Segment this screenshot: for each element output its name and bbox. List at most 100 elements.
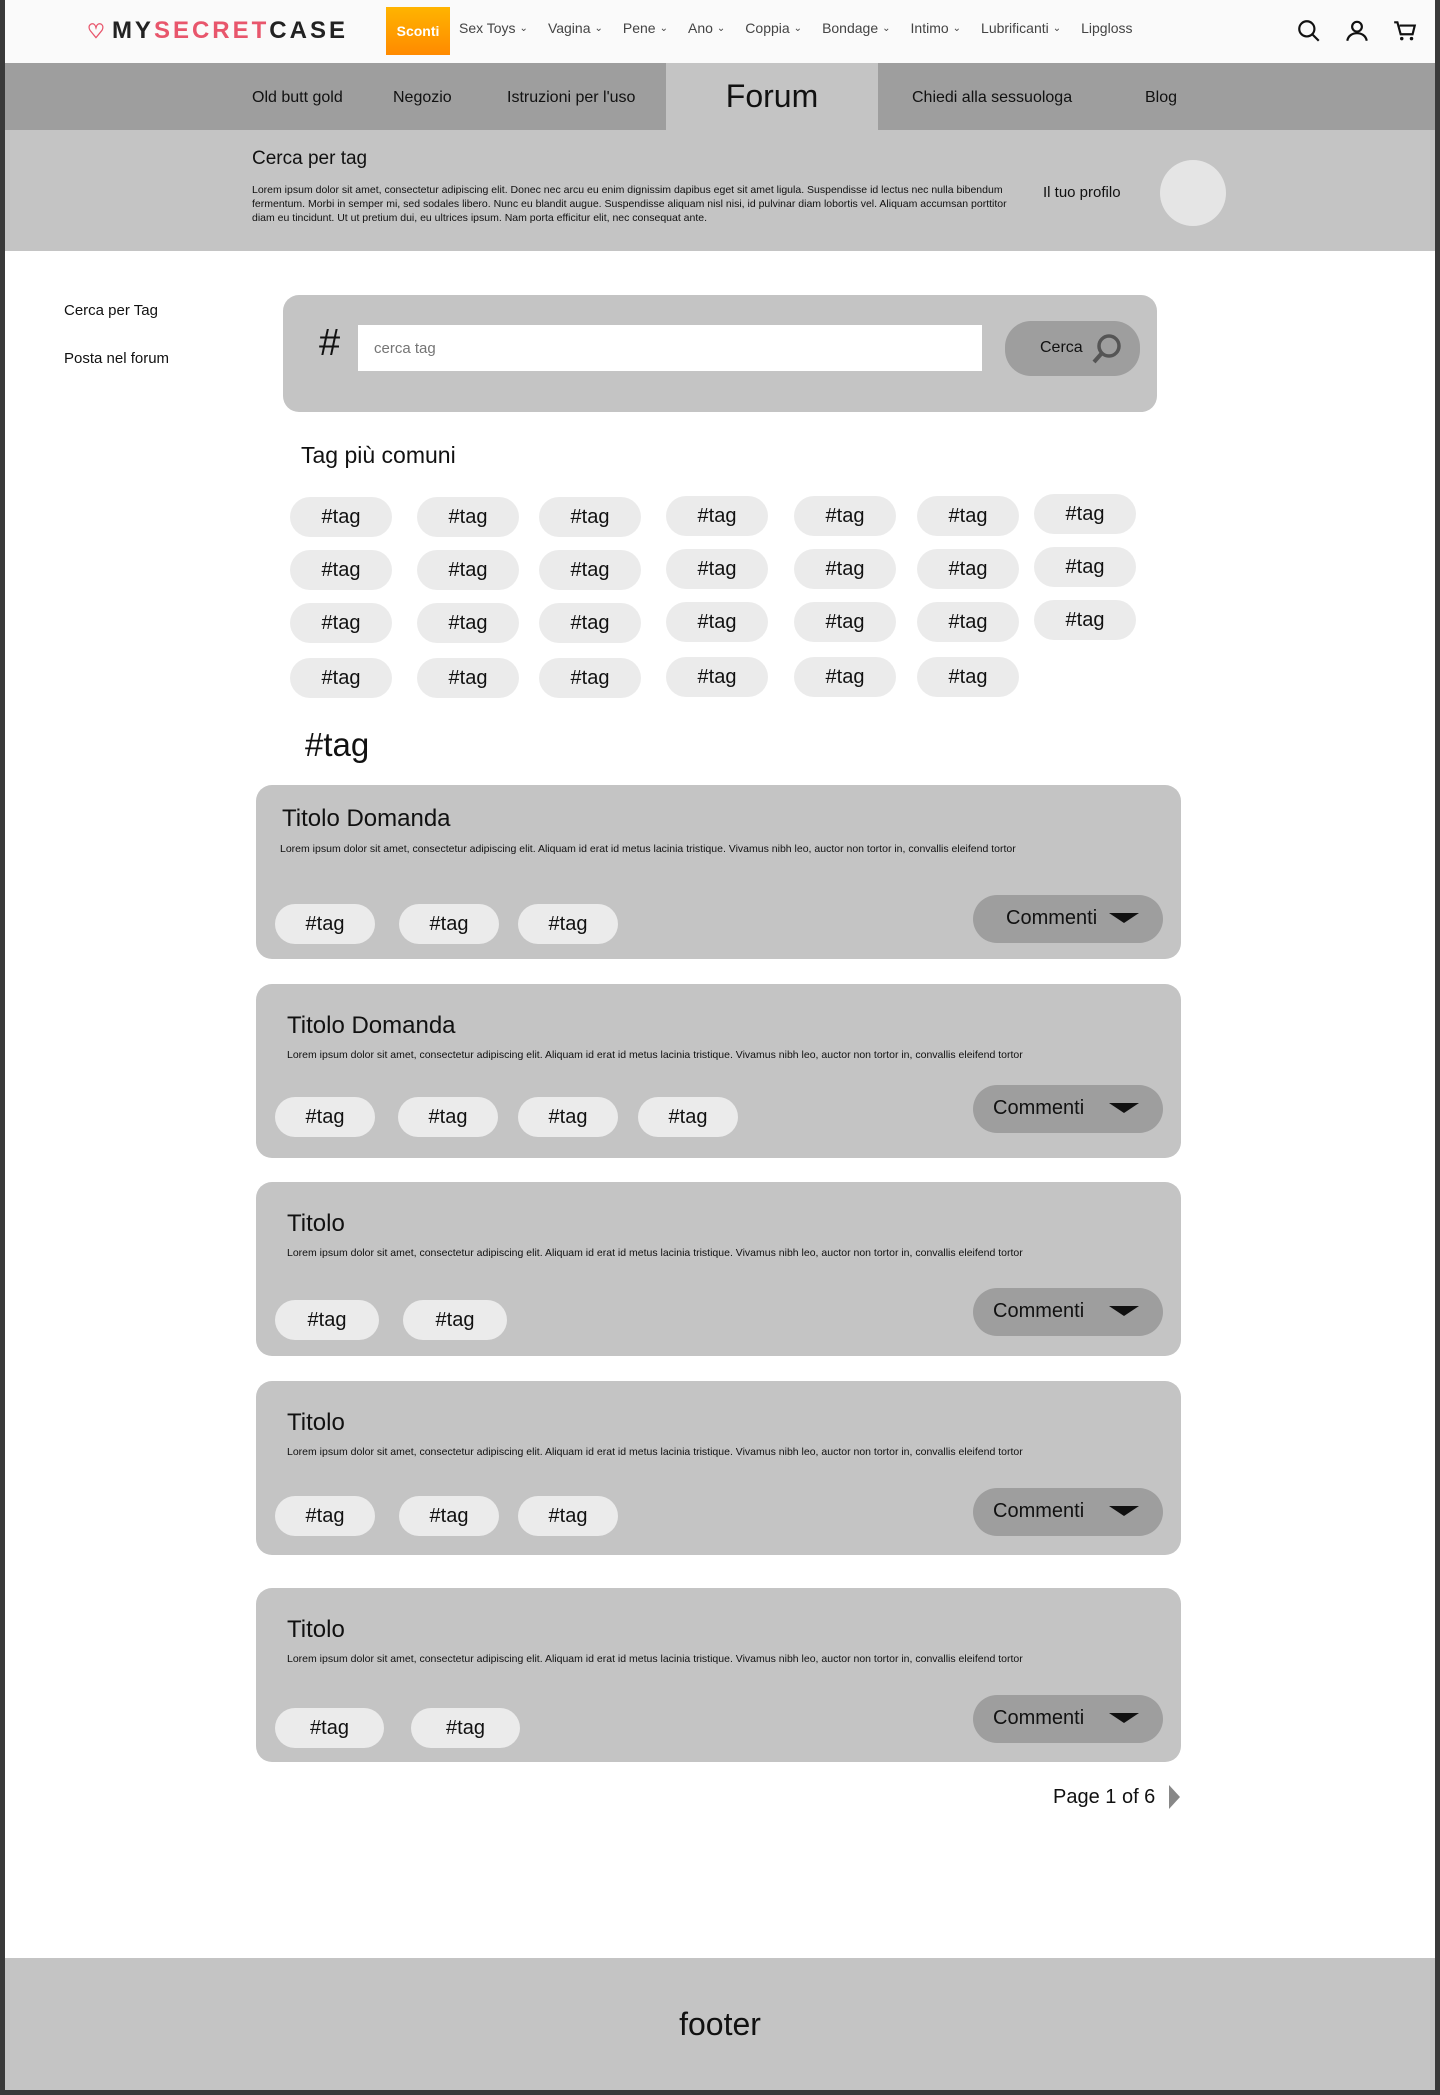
brand-prefix: MY bbox=[111, 17, 154, 44]
tag-chip[interactable]: #tag bbox=[399, 1496, 499, 1536]
tag-chip[interactable]: #tag bbox=[417, 658, 519, 698]
banner: Cerca per tag Lorem ipsum dolor sit amet… bbox=[5, 130, 1435, 251]
tag-chip[interactable]: #tag bbox=[518, 904, 618, 944]
menu-item-coppia[interactable]: Coppia ⌄ bbox=[745, 20, 802, 36]
tag-chip[interactable]: #tag bbox=[275, 1097, 375, 1137]
question-card[interactable]: Titolo Lorem ipsum dolor sit amet, conse… bbox=[256, 1381, 1181, 1555]
tag-chip[interactable]: #tag bbox=[417, 603, 519, 643]
current-tag-heading: #tag bbox=[305, 726, 370, 763]
comments-label: Commenti bbox=[993, 1300, 1085, 1322]
comments-button[interactable]: Commenti bbox=[973, 1085, 1163, 1133]
question-title: Titolo bbox=[287, 1210, 345, 1237]
tag-chip[interactable]: #tag bbox=[794, 496, 896, 536]
menu-item-lubrificanti[interactable]: Lubrificanti ⌄ bbox=[981, 20, 1061, 36]
comments-button[interactable]: Commenti bbox=[973, 1288, 1163, 1336]
menu-item-lipgloss[interactable]: Lipgloss bbox=[1081, 20, 1132, 36]
tag-chip[interactable]: #tag bbox=[917, 657, 1019, 697]
nav-forum-active[interactable]: Forum bbox=[666, 63, 878, 130]
tag-chip[interactable]: #tag bbox=[1034, 600, 1136, 640]
chevron-down-icon: ⌄ bbox=[594, 22, 603, 34]
chevron-down-icon: ⌄ bbox=[882, 22, 891, 34]
tag-chip[interactable]: #tag bbox=[275, 1300, 379, 1340]
tag-chip[interactable]: #tag bbox=[917, 496, 1019, 536]
next-page-icon[interactable] bbox=[1169, 1785, 1181, 1809]
tag-chip[interactable]: #tag bbox=[518, 1496, 618, 1536]
cart-icon[interactable] bbox=[1392, 18, 1418, 44]
tag-chip[interactable]: #tag bbox=[794, 549, 896, 589]
nav-chiedi-sessuologa[interactable]: Chiedi alla sessuologa bbox=[912, 89, 1072, 107]
brand-suffix: CASE bbox=[269, 17, 348, 44]
tag-chip[interactable]: #tag bbox=[917, 549, 1019, 589]
tag-chip[interactable]: #tag bbox=[539, 497, 641, 537]
menu-item-bondage[interactable]: Bondage ⌄ bbox=[822, 20, 890, 36]
tag-chip[interactable]: #tag bbox=[518, 1097, 618, 1137]
menu-item-label: Sex Toys bbox=[459, 20, 516, 36]
tag-chip[interactable]: #tag bbox=[666, 657, 768, 697]
comments-label: Commenti bbox=[993, 1097, 1085, 1119]
comments-button[interactable]: Commenti bbox=[973, 1488, 1163, 1536]
account-icon[interactable] bbox=[1344, 18, 1370, 44]
tag-chip[interactable]: #tag bbox=[666, 549, 768, 589]
tag-chip[interactable]: #tag bbox=[290, 550, 392, 590]
sidebar-item-posta-nel-forum[interactable]: Posta nel forum bbox=[64, 350, 169, 367]
search-icon[interactable] bbox=[1296, 18, 1322, 44]
tag-chip[interactable]: #tag bbox=[1034, 494, 1136, 534]
caret-down-icon bbox=[1109, 1506, 1139, 1516]
search-button-label: Cerca bbox=[1040, 339, 1083, 356]
menu-item-vagina[interactable]: Vagina ⌄ bbox=[548, 20, 603, 36]
sidebar-item-cerca-per-tag[interactable]: Cerca per Tag bbox=[64, 302, 158, 319]
tag-chip[interactable]: #tag bbox=[539, 658, 641, 698]
tag-chip[interactable]: #tag bbox=[275, 904, 375, 944]
comments-label: Commenti bbox=[993, 1500, 1085, 1522]
comments-button[interactable]: Commenti bbox=[973, 895, 1163, 943]
tag-chip[interactable]: #tag bbox=[417, 497, 519, 537]
tag-chip[interactable]: #tag bbox=[403, 1300, 507, 1340]
question-title: Titolo bbox=[287, 1616, 345, 1643]
avatar[interactable] bbox=[1160, 160, 1226, 226]
chevron-down-icon: ⌄ bbox=[1052, 22, 1062, 34]
tag-chip[interactable]: #tag bbox=[411, 1708, 520, 1748]
menu-item-intimo[interactable]: Intimo ⌄ bbox=[911, 20, 962, 36]
chevron-down-icon: ⌄ bbox=[793, 22, 803, 34]
tag-chip[interactable]: #tag bbox=[794, 657, 896, 697]
brand-logo[interactable]: ♡ MY SECRET CASE bbox=[87, 17, 348, 45]
promo-button[interactable]: Sconti bbox=[386, 7, 450, 55]
question-card[interactable]: Titolo Lorem ipsum dolor sit amet, conse… bbox=[256, 1182, 1181, 1356]
tag-chip[interactable]: #tag bbox=[539, 550, 641, 590]
menu-item-label: Bondage bbox=[822, 20, 879, 36]
tag-chip[interactable]: #tag bbox=[417, 550, 519, 590]
tag-chip[interactable]: #tag bbox=[666, 602, 768, 642]
menu-item-ano[interactable]: Ano ⌄ bbox=[688, 20, 725, 36]
profile-link[interactable]: Il tuo profilo bbox=[1043, 184, 1121, 201]
tag-chip[interactable]: #tag bbox=[290, 497, 392, 537]
tag-chip[interactable]: #tag bbox=[290, 603, 392, 643]
comments-button[interactable]: Commenti bbox=[973, 1695, 1163, 1743]
nav-blog[interactable]: Blog bbox=[1145, 89, 1177, 107]
search-button[interactable]: Cerca bbox=[1005, 321, 1140, 376]
tag-chip[interactable]: #tag bbox=[917, 602, 1019, 642]
tag-search-input[interactable] bbox=[358, 325, 982, 371]
nav-old-butt-gold[interactable]: Old butt gold bbox=[252, 89, 343, 107]
tag-chip[interactable]: #tag bbox=[666, 496, 768, 536]
tag-chip[interactable]: #tag bbox=[290, 658, 392, 698]
tag-chip[interactable]: #tag bbox=[539, 603, 641, 643]
question-card[interactable]: Titolo Domanda Lorem ipsum dolor sit ame… bbox=[256, 785, 1181, 959]
question-card[interactable]: Titolo Lorem ipsum dolor sit amet, conse… bbox=[256, 1588, 1181, 1762]
menu-item-pene[interactable]: Pene ⌄ bbox=[623, 20, 668, 36]
caret-down-icon bbox=[1109, 1103, 1139, 1113]
pagination: Page 1 of 6 bbox=[1053, 1785, 1181, 1809]
tag-chip[interactable]: #tag bbox=[398, 1097, 498, 1137]
nav-istruzioni[interactable]: Istruzioni per l'uso bbox=[507, 89, 635, 107]
question-card[interactable]: Titolo Domanda Lorem ipsum dolor sit ame… bbox=[256, 984, 1181, 1158]
tag-chip[interactable]: #tag bbox=[275, 1708, 384, 1748]
menu-item-label: Lubrificanti bbox=[981, 20, 1049, 36]
tag-chip[interactable]: #tag bbox=[1034, 547, 1136, 587]
tag-chip[interactable]: #tag bbox=[638, 1097, 738, 1137]
tag-chip[interactable]: #tag bbox=[399, 904, 499, 944]
caret-down-icon bbox=[1109, 1713, 1139, 1723]
menu-item-sex-toys[interactable]: Sex Toys ⌄ bbox=[459, 20, 528, 36]
tag-chip[interactable]: #tag bbox=[794, 602, 896, 642]
tag-chip[interactable]: #tag bbox=[275, 1496, 375, 1536]
heart-icon: ♡ bbox=[87, 20, 108, 43]
nav-negozio[interactable]: Negozio bbox=[393, 89, 452, 107]
